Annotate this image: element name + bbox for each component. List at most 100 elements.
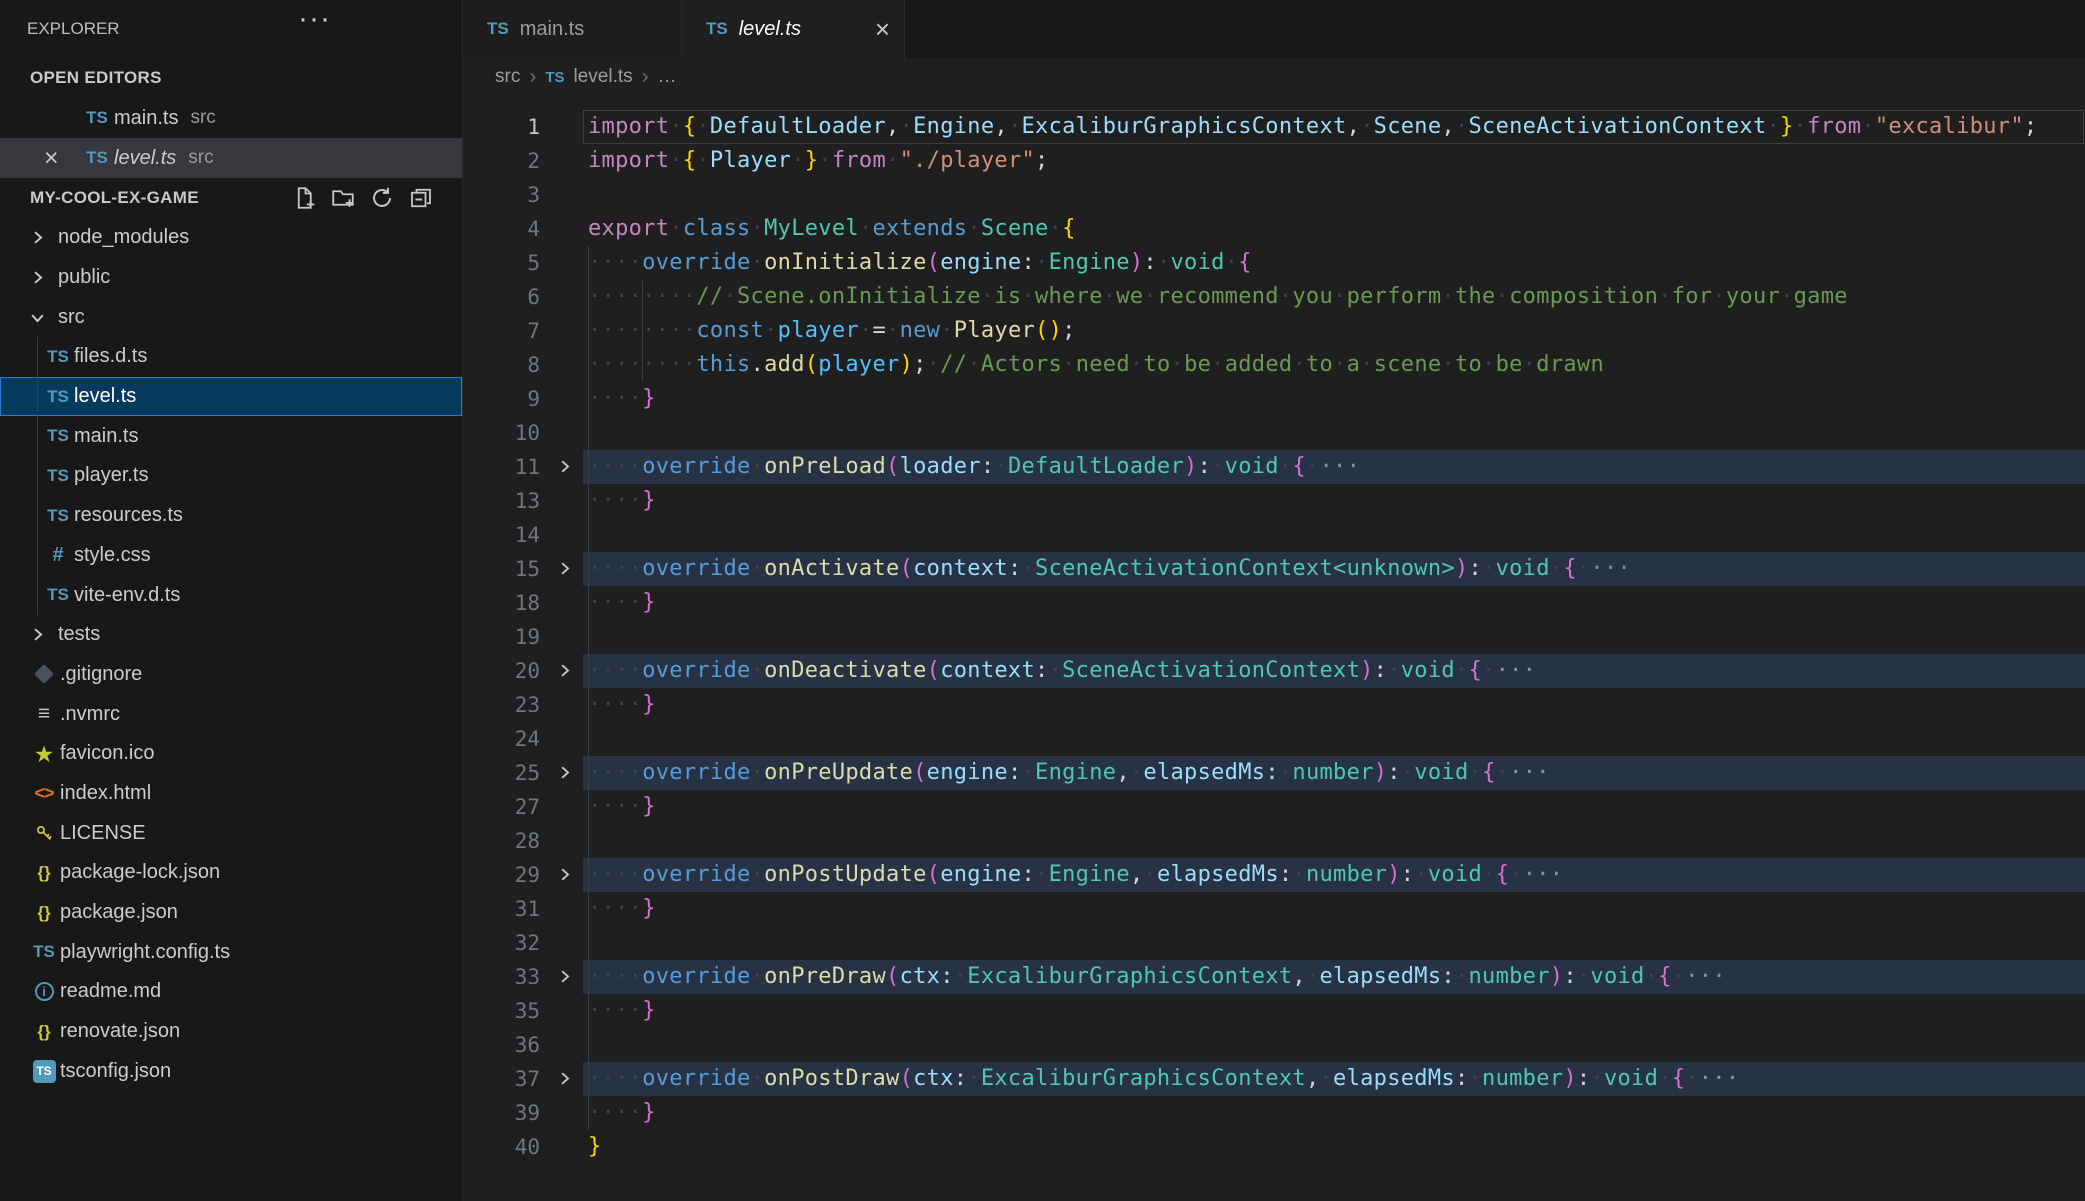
chevron-right-icon[interactable] xyxy=(28,625,58,644)
tree-item-vite-env-d-ts[interactable]: TSvite-env.d.ts xyxy=(0,575,462,615)
tree-item-favicon-ico[interactable]: ★favicon.ico xyxy=(0,734,462,774)
fold-chevron-icon[interactable] xyxy=(551,967,577,986)
new-file-icon[interactable] xyxy=(292,186,316,210)
tree-item-label: level.ts xyxy=(74,385,136,408)
indent-guide xyxy=(588,926,589,960)
line-number: 10 xyxy=(463,416,540,450)
code-line: 10 xyxy=(463,416,2085,450)
code-text: ········this.add(player);·//·Actors·need… xyxy=(588,348,1604,382)
code-line: 13····} xyxy=(463,484,2085,518)
new-folder-icon[interactable] xyxy=(331,186,355,210)
fold-chevron-icon[interactable] xyxy=(551,457,577,476)
fold-chevron-icon[interactable] xyxy=(551,865,577,884)
breadcrumb-separator-icon: › xyxy=(529,65,536,89)
code-line: 2import·{·Player·}·from·"./player"; xyxy=(463,144,2085,178)
typescript-file-icon: TS xyxy=(47,426,69,446)
tree-item-index-html[interactable]: <>index.html xyxy=(0,774,462,814)
line-number: 32 xyxy=(463,926,540,960)
tree-item-license[interactable]: LICENSE xyxy=(0,813,462,853)
breadcrumb-item[interactable]: level.ts xyxy=(574,66,633,88)
code-line: 11····override·onPreLoad(loader:·Default… xyxy=(463,450,2085,484)
tree-item-src[interactable]: src xyxy=(0,297,462,337)
explorer-sidebar: EXPLORER ··· OPEN EDITORS TSmain.tssrc×T… xyxy=(0,0,463,1201)
typescript-file-icon: TS xyxy=(47,585,69,605)
line-number: 35 xyxy=(463,994,540,1028)
project-root-header[interactable]: MY-COOL-EX-GAME xyxy=(0,178,462,218)
tree-item-level-ts[interactable]: TSlevel.ts xyxy=(0,377,462,417)
code-line: 14 xyxy=(463,518,2085,552)
line-number: 2 xyxy=(463,144,540,178)
code-text: import·{·DefaultLoader,·Engine,·Excalibu… xyxy=(588,110,2037,144)
tree-item-label: main.ts xyxy=(74,425,138,448)
line-number: 28 xyxy=(463,824,540,858)
close-icon[interactable]: × xyxy=(875,19,890,39)
code-editor[interactable]: 1 import·{·DefaultLoader,·Engine,·Excalib… xyxy=(463,96,2085,1201)
html-file-icon: <> xyxy=(34,783,53,804)
line-number: 1 xyxy=(463,110,540,144)
code-text: ····} xyxy=(588,586,656,620)
close-icon[interactable]: × xyxy=(0,148,80,168)
tree-item-main-ts[interactable]: TSmain.ts xyxy=(0,416,462,456)
tree-item-package-json[interactable]: {}package.json xyxy=(0,893,462,933)
chevron-right-icon[interactable] xyxy=(28,228,58,247)
open-editor-label: main.ts xyxy=(114,107,178,130)
refresh-icon[interactable] xyxy=(370,186,394,210)
breadcrumb-item[interactable]: src xyxy=(495,66,520,88)
tree-item-node-modules[interactable]: node_modules xyxy=(0,218,462,258)
indent-guide xyxy=(588,518,589,552)
tree-item-tsconfig-json[interactable]: TStsconfig.json xyxy=(0,1051,462,1091)
chevron-down-icon[interactable] xyxy=(28,308,58,327)
tree-item-style-css[interactable]: #style.css xyxy=(0,536,462,576)
line-number: 15 xyxy=(463,552,540,586)
line-number: 27 xyxy=(463,790,540,824)
more-actions-icon[interactable]: ··· xyxy=(298,2,331,36)
text-lines-icon: ≡ xyxy=(38,702,50,726)
sidebar-header: EXPLORER ··· xyxy=(0,0,462,58)
line-number: 37 xyxy=(463,1062,540,1096)
line-number: 24 xyxy=(463,722,540,756)
open-editors-header[interactable]: OPEN EDITORS xyxy=(0,58,462,98)
line-number: 31 xyxy=(463,892,540,926)
tree-item-label: .gitignore xyxy=(60,663,142,686)
typescript-file-icon: TS xyxy=(47,347,69,367)
fold-chevron-icon[interactable] xyxy=(551,763,577,782)
line-number: 25 xyxy=(463,756,540,790)
tree-item--gitignore[interactable]: .gitignore xyxy=(0,655,462,695)
tree-item-package-lock-json[interactable]: {}package-lock.json xyxy=(0,853,462,893)
tree-item--nvmrc[interactable]: ≡ .nvmrc xyxy=(0,694,462,734)
tree-item-tests[interactable]: tests xyxy=(0,615,462,655)
license-key-icon xyxy=(35,824,54,843)
tree-item-label: .nvmrc xyxy=(60,703,120,726)
chevron-right-icon[interactable] xyxy=(28,268,58,287)
tree-item-files-d-ts[interactable]: TSfiles.d.ts xyxy=(0,337,462,377)
collapse-all-icon[interactable] xyxy=(409,186,433,210)
editor-group: TSmain.tsTSlevel.ts× src›TSlevel.ts›… 1i… xyxy=(463,0,2085,1201)
tree-item-public[interactable]: public xyxy=(0,258,462,298)
tree-item-label: public xyxy=(58,266,110,289)
open-editor-item[interactable]: ×TSlevel.tssrc xyxy=(0,138,462,178)
code-line: 24 xyxy=(463,722,2085,756)
tab-level-ts[interactable]: TSlevel.ts× xyxy=(682,0,905,58)
fold-chevron-icon[interactable] xyxy=(551,661,577,680)
tree-item-resources-ts[interactable]: TSresources.ts xyxy=(0,496,462,536)
tree-item-player-ts[interactable]: TSplayer.ts xyxy=(0,456,462,496)
fold-chevron-icon[interactable] xyxy=(551,1069,577,1088)
fold-chevron-icon[interactable] xyxy=(551,559,577,578)
favicon-star-icon: ★ xyxy=(34,744,55,764)
open-editor-item[interactable]: TSmain.tssrc xyxy=(0,98,462,138)
code-text: ········//·Scene.onInitialize·is·where·w… xyxy=(588,280,1848,314)
tree-item-readme-md[interactable]: ireadme.md xyxy=(0,972,462,1012)
indent-guide xyxy=(588,824,589,858)
tree-item-playwright-config-ts[interactable]: TSplaywright.config.ts xyxy=(0,932,462,972)
code-line: 33····override·onPreDraw(ctx:·ExcaliburG… xyxy=(463,960,2085,994)
json-file-icon: {} xyxy=(37,903,50,923)
breadcrumb-item[interactable]: … xyxy=(658,66,677,88)
css-file-icon: # xyxy=(52,544,63,567)
code-text: ····} xyxy=(588,1096,656,1130)
code-text: ····override·onPreUpdate(engine:·Engine,… xyxy=(588,756,1550,790)
breadcrumb-separator-icon: › xyxy=(642,65,649,89)
code-text: ········const·player·=·new·Player(); xyxy=(588,314,1076,348)
line-number: 33 xyxy=(463,960,540,994)
tree-item-renovate-json[interactable]: {}renovate.json xyxy=(0,1012,462,1052)
tab-main-ts[interactable]: TSmain.ts xyxy=(463,0,682,58)
